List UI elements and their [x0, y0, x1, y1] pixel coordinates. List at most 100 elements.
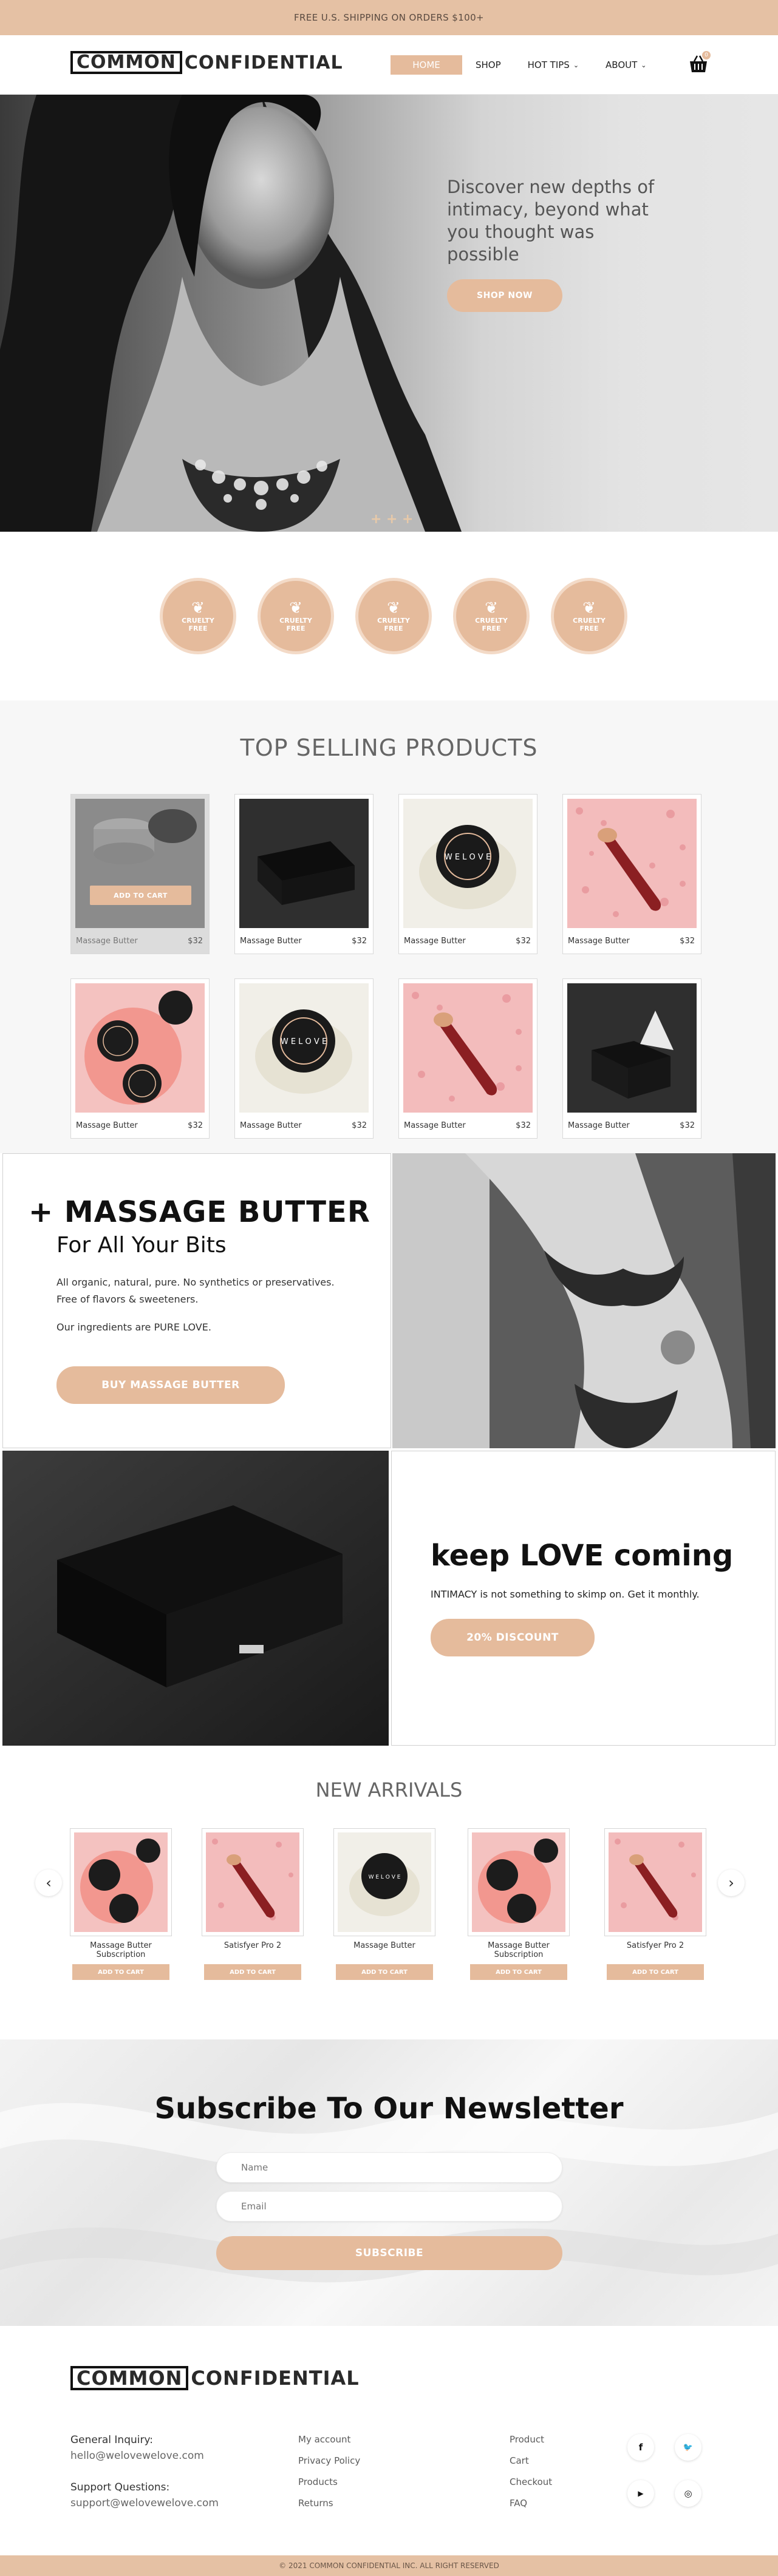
nav-shop-label: SHOP: [476, 59, 501, 70]
product-name: Massage Butter: [568, 937, 630, 946]
product-name: Massage Butter: [240, 937, 302, 946]
product-card[interactable]: Massage Butter $32: [70, 978, 210, 1139]
new-arrival-name: Satisfyer Pro 2: [626, 1941, 684, 1950]
new-arrival-card[interactable]: Satisfyer Pro 2 ADD TO CART: [202, 1828, 304, 1980]
product-name: Massage Butter: [404, 937, 466, 946]
product-name: Massage Butter: [76, 937, 138, 946]
new-arrival-card[interactable]: Massage Butter Subscription ADD TO CART: [70, 1828, 172, 1980]
footer-link-returns[interactable]: Returns: [298, 2498, 360, 2519]
add-to-cart-label: ADD TO CART: [114, 891, 168, 900]
chevron-down-icon: ⌄: [573, 61, 579, 69]
jars-pink-image: [75, 983, 205, 1113]
footer-link-products[interactable]: Products: [298, 2476, 360, 2498]
footer-link-privacy-policy[interactable]: Privacy Policy: [298, 2455, 360, 2476]
footer-link-cart[interactable]: Cart: [510, 2455, 552, 2476]
top-selling-title: TOP SELLING PRODUCTS: [240, 734, 538, 761]
svg-text:W E L O V E: W E L O V E: [369, 1874, 401, 1880]
badge-cruelty-free-3: ❦ CRUELTY FREE: [355, 578, 432, 654]
main-nav: HOME SHOP HOT TIPS ⌄ ABOUT ⌄: [391, 55, 660, 75]
new-arrival-card[interactable]: W E L O V E Massage Butter ADD TO CART: [333, 1828, 435, 1980]
product-card[interactable]: W E L O V E Massage Butter $32: [234, 978, 374, 1139]
badge-label: CRUELTY FREE: [182, 617, 214, 632]
product-card[interactable]: Massage Butter $32: [234, 794, 374, 954]
new-arrival-card[interactable]: Massage Butter Subscription ADD TO CART: [468, 1828, 570, 1980]
nav-home[interactable]: HOME: [391, 55, 462, 75]
discount-button[interactable]: 20% DISCOUNT: [431, 1619, 595, 1656]
footer-col-shop: Product Cart Checkout FAQ: [510, 2434, 552, 2519]
chevron-right-icon: ›: [728, 1874, 734, 1891]
copyright-bar: © 2021 COMMON CONFIDENTIAL INC. ALL RIGH…: [0, 2555, 778, 2576]
toy-pink-image: [567, 799, 697, 928]
add-to-cart-button[interactable]: ADD TO CART: [470, 1964, 567, 1980]
nav-shop[interactable]: SHOP: [462, 55, 514, 75]
youtube-icon[interactable]: ▶: [627, 2480, 654, 2507]
footer-link-checkout[interactable]: Checkout: [510, 2476, 552, 2498]
jar-open-image: [75, 799, 205, 928]
product-card[interactable]: Massage Butter $32: [562, 794, 701, 954]
add-to-cart-button[interactable]: ADD TO CART: [90, 886, 191, 905]
badge-label: CRUELTY FREE: [475, 617, 508, 632]
new-arrival-image: [468, 1828, 570, 1936]
new-arrival-name: Massage Butter: [353, 1941, 415, 1950]
promo-subtitle: For All Your Bits: [56, 1233, 227, 1258]
product-card[interactable]: W E L O V E Massage Butter $32: [398, 794, 537, 954]
new-arrivals-title: NEW ARRIVALS: [315, 1778, 463, 1802]
site-logo[interactable]: COMMON CONFIDENTIAL: [70, 51, 343, 74]
subscription-promo: keep LOVE coming INTIMACY is not somethi…: [391, 1451, 776, 1746]
lingerie-image: [392, 1153, 776, 1448]
badge-cruelty-free-2: ❦ CRUELTY FREE: [258, 578, 334, 654]
support-email[interactable]: support@welovewelove.com: [70, 2497, 219, 2509]
product-price: $32: [188, 1121, 203, 1130]
new-arrival-name: Satisfyer Pro 2: [224, 1941, 282, 1950]
footer-logo[interactable]: COMMON CONFIDENTIAL: [70, 2366, 360, 2390]
carousel-next-button[interactable]: ›: [718, 1869, 745, 1896]
new-arrival-card[interactable]: Satisfyer Pro 2 ADD TO CART: [604, 1828, 706, 1980]
badge-label: CRUELTY FREE: [573, 617, 606, 632]
subscribe-label: SUBSCRIBE: [355, 2247, 424, 2259]
add-to-cart-button[interactable]: ADD TO CART: [336, 1964, 433, 1980]
footer-link-product[interactable]: Product: [510, 2434, 552, 2455]
svg-text:+: +: [386, 512, 397, 527]
inquiry-email[interactable]: hello@welovewelove.com: [70, 2450, 204, 2462]
add-to-cart-button[interactable]: ADD TO CART: [607, 1964, 704, 1980]
facebook-icon[interactable]: f: [627, 2434, 654, 2461]
leaf-icon: ❦: [387, 599, 400, 617]
product-card[interactable]: ADD TO CART Massage Butter $32: [70, 794, 210, 954]
promo-line-1: All organic, natural, pure. No synthetic…: [56, 1276, 335, 1288]
leaf-icon: ❦: [289, 599, 302, 617]
cart-button[interactable]: 0: [688, 51, 711, 75]
shop-now-button[interactable]: SHOP NOW: [447, 279, 562, 312]
massage-butter-promo: + MASSAGE BUTTER For All Your Bits All o…: [2, 1153, 391, 1448]
product-card[interactable]: Massage Butter $32: [562, 978, 701, 1139]
product-price: $32: [516, 1121, 531, 1130]
leaf-icon: ❦: [191, 599, 205, 617]
nav-about[interactable]: ABOUT ⌄: [592, 55, 660, 75]
new-arrival-name: Massage Butter Subscription: [488, 1941, 550, 1959]
new-arrival-image: [202, 1828, 304, 1936]
subscribe-button[interactable]: SUBSCRIBE: [216, 2236, 562, 2270]
carousel-prev-button[interactable]: ‹: [35, 1869, 62, 1896]
footer-link-my-account[interactable]: My account: [298, 2434, 360, 2455]
email-input[interactable]: [216, 2191, 562, 2222]
shop-now-label: SHOP NOW: [477, 291, 533, 300]
chevron-left-icon: ‹: [46, 1874, 52, 1891]
leaf-icon: ❦: [485, 599, 498, 617]
product-name: Massage Butter: [404, 1121, 466, 1130]
silk-background: [0, 2103, 778, 2283]
twitter-icon[interactable]: 🐦: [675, 2434, 701, 2461]
svg-text:W E L O V E: W E L O V E: [281, 1037, 327, 1046]
instagram-icon[interactable]: ◎: [675, 2480, 701, 2507]
add-to-cart-button[interactable]: ADD TO CART: [72, 1964, 169, 1980]
product-price: $32: [680, 1121, 695, 1130]
buy-massage-butter-label: BUY MASSAGE BUTTER: [101, 1379, 240, 1391]
product-image: [75, 983, 205, 1113]
name-input[interactable]: [216, 2152, 562, 2183]
add-to-cart-button[interactable]: ADD TO CART: [204, 1964, 301, 1980]
nav-hot-tips[interactable]: HOT TIPS ⌄: [514, 55, 592, 75]
footer-link-faq[interactable]: FAQ: [510, 2498, 552, 2519]
black-box-image: [239, 799, 369, 928]
buy-massage-butter-button[interactable]: BUY MASSAGE BUTTER: [56, 1366, 285, 1404]
facebook-glyph: f: [638, 2442, 643, 2453]
product-image: W E L O V E: [239, 983, 369, 1113]
product-card[interactable]: Massage Butter $32: [398, 978, 537, 1139]
